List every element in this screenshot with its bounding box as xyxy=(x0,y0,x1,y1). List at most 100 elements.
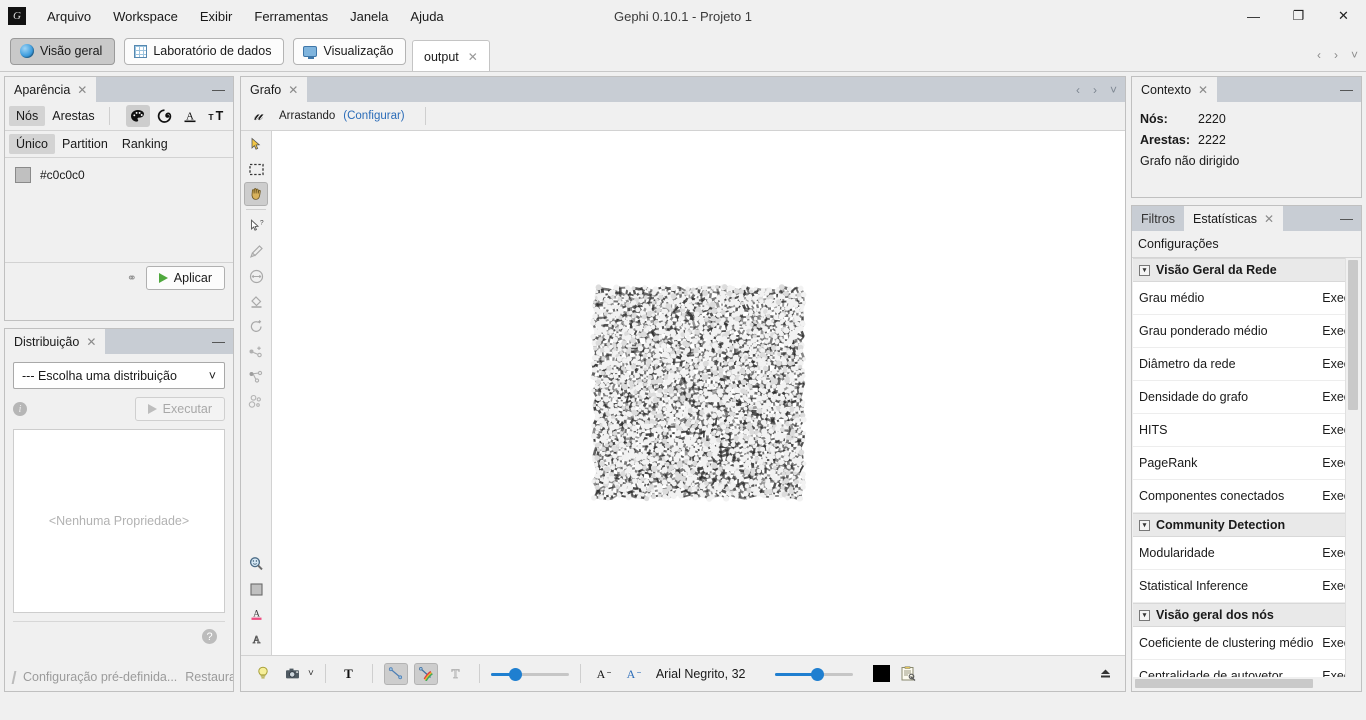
add-edge-tool[interactable] xyxy=(244,364,268,388)
statistics-tab[interactable]: Estatísticas ✕ xyxy=(1184,206,1284,231)
A-plus-icon[interactable]: A − xyxy=(622,663,646,685)
label-attributes-icon[interactable] xyxy=(896,663,920,685)
collapse-triangle-icon[interactable]: ▾ xyxy=(1139,264,1150,276)
collapse-triangle-icon[interactable]: ▾ xyxy=(1139,519,1150,531)
lightbulb-icon[interactable] xyxy=(251,663,275,685)
chevron-right-icon[interactable]: › xyxy=(1093,83,1097,97)
close-icon[interactable]: ✕ xyxy=(1198,83,1208,97)
drag-hand-tool[interactable] xyxy=(244,182,268,206)
link-icon[interactable]: ⚭ xyxy=(127,271,137,285)
chevron-right-icon[interactable]: › xyxy=(1334,48,1338,62)
label-size-slider[interactable] xyxy=(775,665,854,683)
chevron-left-icon[interactable]: ‹ xyxy=(1317,48,1321,62)
A-minus-icon[interactable]: A − xyxy=(592,663,616,685)
workspace-tab-output[interactable]: output ✕ xyxy=(412,40,490,72)
graph-tab[interactable]: Grafo ✕ xyxy=(241,77,308,102)
paint-bucket-tool[interactable] xyxy=(244,289,268,313)
scrollbar-thumb[interactable] xyxy=(1348,260,1358,410)
filters-tab[interactable]: Filtros xyxy=(1132,206,1185,231)
zoom-magnifier-tool[interactable] xyxy=(244,552,268,576)
statistics-horizontal-scrollbar[interactable] xyxy=(1133,677,1360,690)
color-swatch[interactable] xyxy=(15,167,31,183)
chevron-down-icon[interactable]: ˅ xyxy=(1110,83,1117,97)
minimize-button[interactable]: — xyxy=(1231,0,1276,32)
slider-knob[interactable] xyxy=(811,667,825,681)
label-color-swatch[interactable] xyxy=(873,665,891,682)
statistics-row[interactable]: Coeficiente de clustering médio Execu xyxy=(1133,627,1360,660)
font-label[interactable]: Arial Negrito, 32 xyxy=(656,667,746,681)
statistics-row[interactable]: Grau ponderado médio Execu xyxy=(1133,315,1360,348)
node-size-icon[interactable] xyxy=(152,105,176,127)
palette-icon[interactable] xyxy=(126,105,150,127)
appearance-tab[interactable]: Aparência ✕ xyxy=(5,77,97,102)
node-size-tool[interactable] xyxy=(244,264,268,288)
menu-item-ferramentas[interactable]: Ferramentas xyxy=(243,4,339,29)
label-color-tool[interactable]: A xyxy=(244,602,268,626)
statistics-settings-row[interactable]: Configurações xyxy=(1132,231,1361,258)
info-icon[interactable]: i xyxy=(13,402,27,416)
edge-rainbow-icon[interactable] xyxy=(413,662,438,685)
color-swatch-row[interactable]: #c0c0c0 xyxy=(5,158,233,192)
brush-paint-tool[interactable] xyxy=(244,239,268,263)
background-color-tool[interactable] xyxy=(244,577,268,601)
statistics-group-header[interactable]: ▾ Community Detection xyxy=(1133,513,1360,537)
menu-item-exibir[interactable]: Exibir xyxy=(189,4,244,29)
add-node-tool[interactable] xyxy=(244,339,268,363)
outline-T-icon[interactable]: T xyxy=(444,663,468,685)
statistics-vertical-scrollbar[interactable] xyxy=(1345,258,1360,677)
appearance-tab-edges[interactable]: Arestas xyxy=(45,106,101,126)
camera-icon[interactable] xyxy=(281,663,305,685)
appearance-tab-partition[interactable]: Partition xyxy=(55,134,115,154)
scrollbar-thumb[interactable] xyxy=(1135,679,1313,688)
minimize-icon[interactable]: — xyxy=(212,77,225,102)
statistics-row[interactable]: Centralidade de autovetor Execu xyxy=(1133,660,1360,677)
run-layout-button[interactable]: Executar xyxy=(134,397,225,421)
rotate-tool[interactable] xyxy=(244,314,268,338)
graph-visualization[interactable] xyxy=(272,131,1125,655)
configure-link[interactable]: (Configurar) xyxy=(343,110,404,122)
close-button[interactable]: ✕ xyxy=(1321,0,1366,32)
menu-item-ajuda[interactable]: Ajuda xyxy=(399,4,454,29)
statistics-row[interactable]: Grau médio Execu xyxy=(1133,282,1360,315)
graph-canvas[interactable] xyxy=(272,131,1125,655)
rectangle-selection-tool[interactable] xyxy=(244,157,268,181)
close-icon[interactable]: ✕ xyxy=(77,83,87,97)
minimize-icon[interactable]: — xyxy=(212,329,225,354)
node-info-tool[interactable]: ? xyxy=(244,214,268,238)
statistics-list[interactable]: ▾ Visão Geral da Rede Grau médio Execu Grau … xyxy=(1133,258,1360,677)
maximize-button[interactable]: ❐ xyxy=(1276,0,1321,32)
select-cursor-tool[interactable] xyxy=(244,132,268,156)
statistics-row[interactable]: Componentes conectados Execu xyxy=(1133,480,1360,513)
heatmap-tool[interactable] xyxy=(244,389,268,413)
appearance-tab-ranking[interactable]: Ranking xyxy=(115,134,175,154)
close-icon[interactable]: ✕ xyxy=(86,335,96,349)
export-icon[interactable] xyxy=(1093,663,1117,685)
edge-icon[interactable] xyxy=(383,662,408,685)
context-tab[interactable]: Contexto ✕ xyxy=(1132,77,1218,102)
chevron-down-icon[interactable]: ˅ xyxy=(1351,48,1358,62)
menu-item-janela[interactable]: Janela xyxy=(339,4,399,29)
appearance-tab-nodes[interactable]: Nós xyxy=(9,106,46,126)
statistics-row[interactable]: Statistical Inference Execu xyxy=(1133,570,1360,603)
collapse-triangle-icon[interactable]: ▾ xyxy=(1139,609,1150,621)
close-icon[interactable]: ✕ xyxy=(288,83,298,97)
minimize-icon[interactable]: — xyxy=(1340,206,1353,231)
chevron-left-icon[interactable]: ‹ xyxy=(1076,83,1080,97)
apply-button[interactable]: Aplicar xyxy=(145,266,225,290)
menu-item-workspace[interactable]: Workspace xyxy=(102,4,189,29)
statistics-row[interactable]: Densidade do grafo Execu xyxy=(1133,381,1360,414)
bold-T-icon[interactable]: T xyxy=(337,663,361,685)
label-color-icon[interactable]: A xyxy=(178,105,202,127)
preset-button[interactable]: Configuração pré-definida... xyxy=(23,670,177,684)
menu-item-arquivo[interactable]: Arquivo xyxy=(36,4,102,29)
statistics-row[interactable]: HITS Execu xyxy=(1133,414,1360,447)
help-icon[interactable]: ? xyxy=(202,629,217,644)
statistics-row[interactable]: PageRank Execu xyxy=(1133,447,1360,480)
node-size-slider[interactable] xyxy=(490,665,569,683)
close-icon[interactable]: ✕ xyxy=(468,50,478,64)
slider-knob[interactable] xyxy=(509,667,523,681)
layout-select[interactable]: --- Escolha uma distribuição ˅ xyxy=(13,362,225,389)
label-size-icon[interactable]: T T xyxy=(204,105,228,127)
chevron-down-icon[interactable]: ˅ xyxy=(308,668,314,679)
statistics-group-header[interactable]: ▾ Visão Geral da Rede xyxy=(1133,258,1360,282)
